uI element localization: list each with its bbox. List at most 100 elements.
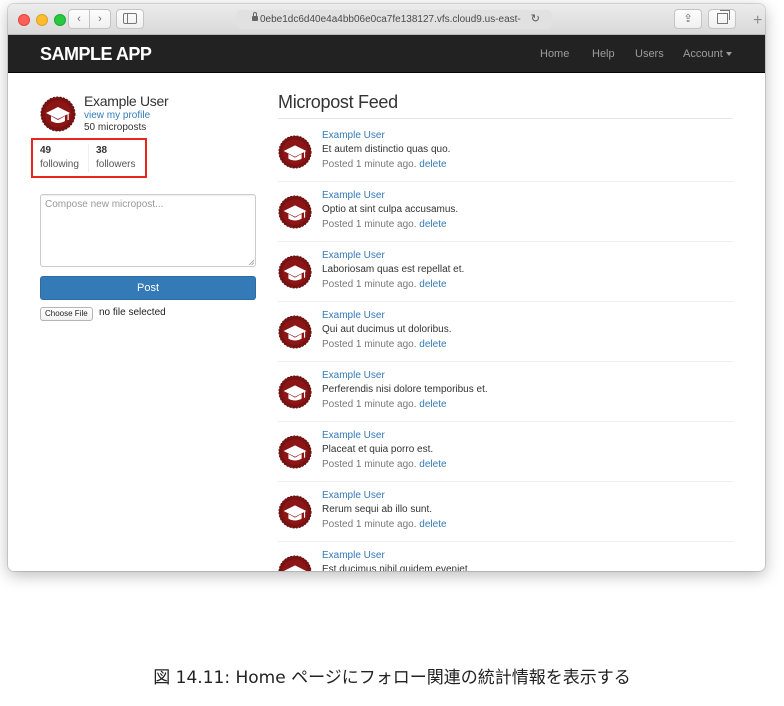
feed-item: Example User Optio at sint culpa accusamu… bbox=[278, 182, 733, 242]
feed-item-user-link[interactable]: Example User bbox=[322, 430, 385, 441]
reload-icon[interactable]: ↻ bbox=[531, 10, 540, 29]
feed-item-user-link[interactable]: Example User bbox=[322, 130, 385, 141]
post-button[interactable]: Post bbox=[40, 276, 256, 300]
feed-item-time-text: Posted 1 minute ago. bbox=[322, 459, 417, 470]
feed-item-timestamp: Posted 1 minute ago. delete bbox=[322, 279, 447, 290]
address-bar[interactable]: 0ebe1dc6d40e4a4bb06e0ca7fe138127.vfs.clo… bbox=[236, 10, 552, 29]
feed-item: Example User Perferendis nisi dolore temp… bbox=[278, 362, 733, 422]
chevron-left-icon: ‹ bbox=[77, 13, 81, 25]
nav-account-dropdown[interactable]: Account bbox=[683, 48, 732, 60]
browser-toolbar: ‹ › 0ebe1dc6d40e4a4bb06e0ca7fe138127.vfs… bbox=[8, 4, 765, 35]
chevron-right-icon: › bbox=[98, 13, 102, 25]
feed-title: Micropost Feed bbox=[278, 92, 398, 112]
following-label[interactable]: following bbox=[40, 159, 79, 170]
feed-item: Example User Et autem distinctio quas quo… bbox=[278, 122, 733, 182]
avatar[interactable] bbox=[278, 435, 312, 474]
stats-divider bbox=[88, 144, 89, 172]
share-icon: ⇪ bbox=[683, 13, 693, 25]
stats-highlight-box bbox=[31, 138, 147, 178]
back-button[interactable]: ‹ bbox=[68, 9, 90, 29]
feed-item: Example User Rerum sequi ab illo sunt. Pos… bbox=[278, 482, 733, 542]
gravatar-icon bbox=[40, 96, 76, 132]
nav-home-link[interactable]: Home bbox=[540, 48, 569, 60]
feed-item-time-text: Posted 1 minute ago. bbox=[322, 399, 417, 410]
feed-item-timestamp: Posted 1 minute ago. delete bbox=[322, 159, 447, 170]
feed-item-time-text: Posted 1 minute ago. bbox=[322, 519, 417, 530]
tab-overview-button[interactable] bbox=[708, 9, 736, 29]
new-tab-button[interactable]: + bbox=[753, 13, 762, 29]
feed-item: Example User Qui aut ducimus ut doloribus… bbox=[278, 302, 733, 362]
feed-item-content: Laboriosam quas est repellat et. bbox=[322, 264, 465, 275]
micropost-count: 50 microposts bbox=[84, 122, 147, 133]
delete-link[interactable]: delete bbox=[419, 399, 446, 410]
delete-link[interactable]: delete bbox=[419, 279, 446, 290]
feed-item-user-link[interactable]: Example User bbox=[322, 490, 385, 501]
feed-item-time-text: Posted 1 minute ago. bbox=[322, 339, 417, 350]
avatar[interactable] bbox=[278, 495, 312, 534]
feed-item-user-link[interactable]: Example User bbox=[322, 310, 385, 321]
avatar[interactable] bbox=[278, 555, 312, 571]
feed-item-time-text: Posted 1 minute ago. bbox=[322, 279, 417, 290]
close-window-button[interactable] bbox=[18, 14, 30, 26]
feed-item-timestamp: Posted 1 minute ago. delete bbox=[322, 399, 447, 410]
nav-help-link[interactable]: Help bbox=[592, 48, 615, 60]
delete-link[interactable]: delete bbox=[419, 519, 446, 530]
feed-item-content: Rerum sequi ab illo sunt. bbox=[322, 504, 433, 515]
maximize-window-button[interactable] bbox=[54, 14, 66, 26]
nav-users-link[interactable]: Users bbox=[635, 48, 664, 60]
feed-item: Example User Laboriosam quas est repellat… bbox=[278, 242, 733, 302]
tabs-icon bbox=[716, 9, 730, 24]
browser-window: ‹ › 0ebe1dc6d40e4a4bb06e0ca7fe138127.vfs… bbox=[8, 4, 765, 571]
micropost-content-input[interactable] bbox=[40, 194, 256, 267]
figure-caption: 図 14.11: Home ページにフォロー関連の統計情報を表示する bbox=[153, 668, 631, 688]
feed-title-divider bbox=[278, 118, 733, 119]
caret-down-icon bbox=[725, 52, 732, 57]
feed-item-content: Placeat et quia porro est. bbox=[322, 444, 434, 455]
following-count[interactable]: 49 bbox=[40, 145, 51, 156]
avatar[interactable] bbox=[278, 195, 312, 234]
user-name: Example User bbox=[84, 93, 169, 109]
delete-link[interactable]: delete bbox=[419, 159, 446, 170]
forward-button[interactable]: › bbox=[89, 9, 111, 29]
feed-item-content: Est ducimus nihil quidem eveniet. bbox=[322, 564, 471, 571]
feed-item-content: Et autem distinctio quas quo. bbox=[322, 144, 451, 155]
followers-label[interactable]: followers bbox=[96, 159, 135, 170]
feed-item: Example User Est ducimus nihil quidem eve… bbox=[278, 542, 733, 571]
avatar[interactable] bbox=[278, 315, 312, 354]
feed-item-user-link[interactable]: Example User bbox=[322, 190, 385, 201]
resize-handle-icon[interactable] bbox=[248, 259, 254, 265]
delete-link[interactable]: delete bbox=[419, 339, 446, 350]
minimize-window-button[interactable] bbox=[36, 14, 48, 26]
show-sidebar-button[interactable] bbox=[116, 9, 144, 29]
lock-icon bbox=[252, 12, 258, 21]
feed-item-user-link[interactable]: Example User bbox=[322, 250, 385, 261]
delete-link[interactable]: delete bbox=[419, 219, 446, 230]
feed-item-time-text: Posted 1 minute ago. bbox=[322, 219, 417, 230]
file-status: no file selected bbox=[99, 307, 166, 318]
app-navbar: SAMPLE APP Home Help Users Account bbox=[8, 35, 765, 73]
feed-item-content: Perferendis nisi dolore temporibus et. bbox=[322, 384, 488, 395]
feed-item-time-text: Posted 1 minute ago. bbox=[322, 159, 417, 170]
app-logo[interactable]: SAMPLE APP bbox=[40, 44, 152, 65]
avatar[interactable] bbox=[40, 96, 76, 132]
feed-item-timestamp: Posted 1 minute ago. delete bbox=[322, 339, 447, 350]
avatar[interactable] bbox=[278, 255, 312, 294]
feed-item-timestamp: Posted 1 minute ago. delete bbox=[322, 519, 447, 530]
followers-count[interactable]: 38 bbox=[96, 145, 107, 156]
nav-account-label: Account bbox=[683, 48, 723, 60]
delete-link[interactable]: delete bbox=[419, 459, 446, 470]
avatar[interactable] bbox=[278, 135, 312, 174]
feed-item-content: Optio at sint culpa accusamus. bbox=[322, 204, 459, 215]
feed-item-timestamp: Posted 1 minute ago. delete bbox=[322, 219, 447, 230]
feed-item-user-link[interactable]: Example User bbox=[322, 370, 385, 381]
avatar[interactable] bbox=[278, 375, 312, 414]
feed-item: Example User Placeat et quia porro est. Po… bbox=[278, 422, 733, 482]
choose-file-button[interactable]: Choose File bbox=[40, 307, 93, 321]
feed-item-user-link[interactable]: Example User bbox=[322, 550, 385, 561]
feed-item-content: Qui aut ducimus ut doloribus. bbox=[322, 324, 452, 335]
feed-item-timestamp: Posted 1 minute ago. delete bbox=[322, 459, 447, 470]
view-profile-link[interactable]: view my profile bbox=[84, 110, 150, 121]
url-text: 0ebe1dc6d40e4a4bb06e0ca7fe138127.vfs.clo… bbox=[260, 14, 521, 25]
sidebar-icon bbox=[123, 12, 137, 24]
share-button[interactable]: ⇪ bbox=[674, 9, 702, 29]
